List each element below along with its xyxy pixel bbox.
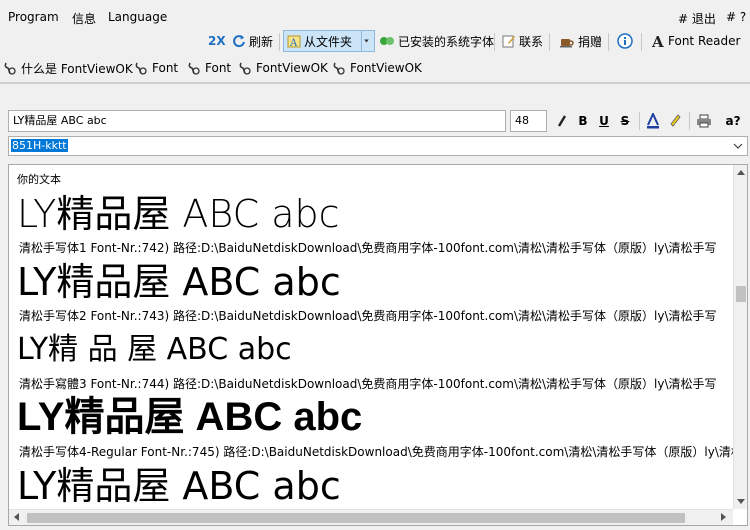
scroll-up-icon[interactable] (737, 170, 745, 175)
donate-button[interactable]: 捐赠 (556, 30, 605, 52)
zoom-label: 2X (208, 34, 226, 48)
divider (0, 82, 750, 84)
toolbar-separator (639, 112, 640, 130)
italic-button[interactable] (553, 110, 571, 132)
panel-label: 你的文本 (17, 173, 61, 186)
from-folder-dropdown[interactable] (361, 30, 375, 52)
text-color-button[interactable] (644, 110, 662, 132)
menu-bar: Program 信息 Language # 退出 # ? (0, 8, 750, 28)
svg-text:A: A (651, 33, 664, 49)
font-sample-text: LY精品屋 ABC abc (17, 192, 340, 236)
from-folder-label: 从文件夹 (304, 34, 353, 49)
contact-label: 联系 (519, 34, 544, 49)
font-sample-caption: 清松手写体1 Font-Nr.:742) 路径:D:\BaiduNetdiskD… (19, 241, 717, 255)
font-help-button[interactable]: a? (722, 110, 744, 132)
svg-text:A: A (289, 38, 298, 48)
from-folder-button[interactable]: A 从文件夹 (283, 30, 363, 52)
favorite-link[interactable]: 什么是 FontViewOK (3, 58, 133, 78)
contact-button[interactable]: 联系 (499, 30, 546, 52)
refresh-button[interactable]: 刷新 (229, 30, 276, 52)
bold-button[interactable]: B (574, 110, 592, 132)
toolbar: 2X 刷新 A 从文件夹 已安装的系统字体 联系 捐赠 A Font Reade… (0, 30, 750, 54)
coffee-icon (560, 39, 574, 48)
font-sample-text: LY精品屋 ABC abc (17, 260, 341, 304)
link-icon (188, 62, 200, 75)
font-reader-label: Font Reader (668, 34, 741, 48)
favorite-link[interactable]: FontViewOK (332, 58, 422, 78)
underline-label: U (599, 114, 609, 128)
vertical-scroll-thumb[interactable] (736, 286, 746, 302)
bold-label: B (578, 114, 588, 128)
edit-icon (502, 35, 515, 48)
text-color-icon (647, 113, 659, 129)
menu-help[interactable]: # ? (726, 10, 746, 24)
favorite-link-label: Font (152, 61, 179, 75)
favorite-link-label: Font (205, 61, 232, 75)
menu-program[interactable]: Program (8, 10, 59, 24)
strikethrough-button[interactable]: S (616, 110, 634, 132)
favorite-link[interactable]: Font (187, 58, 231, 78)
refresh-icon (233, 35, 245, 48)
font-sample-caption: 清松手写体2 Font-Nr.:743) 路径:D:\BaiduNetdiskD… (19, 309, 717, 323)
vertical-scrollbar[interactable] (733, 165, 747, 509)
font-size-input[interactable]: 48 (510, 110, 547, 132)
refresh-label: 刷新 (249, 34, 274, 49)
font-sample-text: LY精品屋 ABC abc (17, 464, 341, 508)
donate-label: 捐赠 (578, 34, 603, 49)
installed-fonts-button[interactable]: 已安装的系统字体 (376, 30, 497, 52)
strikethrough-label: S (620, 114, 630, 128)
toolbar-separator (279, 33, 280, 51)
horizontal-scroll-thumb[interactable] (27, 513, 685, 523)
info-button[interactable] (614, 30, 639, 52)
scroll-down-icon[interactable] (737, 499, 745, 504)
link-icon (333, 62, 345, 75)
font-select-value: 851H-kktt (11, 139, 68, 152)
font-sample-text: LY精 品 屋 ABC abc (17, 332, 292, 367)
horizontal-scrollbar[interactable] (9, 509, 733, 525)
info-icon (617, 33, 633, 49)
print-button[interactable] (694, 110, 714, 132)
zoom-button[interactable]: 2X (205, 30, 229, 52)
favorite-link-label: FontViewOK (350, 61, 422, 75)
scroll-right-icon[interactable] (721, 513, 726, 521)
installed-fonts-label: 已安装的系统字体 (398, 34, 495, 49)
font-a-icon: A (651, 33, 664, 49)
font-reader-button[interactable]: A Font Reader (648, 30, 743, 52)
scroll-left-icon[interactable] (14, 513, 19, 521)
installed-fonts-icon (380, 37, 394, 45)
font-sample-caption: 清松手寫體3 Font-Nr.:744) 路径:D:\BaiduNetdiskD… (19, 377, 717, 391)
highlighter-icon (670, 114, 681, 127)
menu-language[interactable]: Language (108, 10, 167, 24)
font-sample-caption: 清松手写体4-Regular Font-Nr.:745) 路径:D:\Baidu… (19, 445, 748, 459)
printer-icon (697, 114, 711, 128)
chevron-down-icon (364, 39, 369, 43)
favorites-bar: 什么是 FontViewOK Font Font FontViewOK Font… (0, 58, 750, 78)
link-icon (135, 62, 147, 75)
sample-text-input[interactable]: LY精品屋 ABC abc (8, 110, 506, 132)
font-select[interactable]: 851H-kktt (8, 136, 748, 156)
menu-exit[interactable]: # 退出 (678, 10, 716, 27)
font-preview-panel: 你的文本 LY精品屋 ABC abc 清松手写体1 Font-Nr.:742) … (8, 164, 748, 526)
link-icon (239, 62, 251, 75)
favorite-link-label: 什么是 FontViewOK (21, 61, 133, 76)
italic-icon (557, 115, 567, 127)
favorite-link[interactable]: Font (134, 58, 178, 78)
toolbar-separator (608, 33, 609, 51)
favorite-link[interactable]: FontViewOK (238, 58, 328, 78)
menu-info[interactable]: 信息 (72, 10, 96, 27)
toolbar-separator (549, 33, 550, 51)
font-sample-text: LY精品屋 ABC abc (17, 395, 363, 439)
underline-button[interactable]: U (595, 110, 613, 132)
link-icon (4, 62, 16, 75)
favorite-link-label: FontViewOK (256, 61, 328, 75)
toolbar-separator (494, 33, 495, 51)
highlight-button[interactable] (666, 110, 684, 132)
chevron-down-icon (733, 143, 743, 149)
toolbar-separator (689, 112, 690, 130)
font-folder-icon: A (287, 35, 301, 48)
font-help-label: a? (725, 114, 741, 128)
toolbar-separator (641, 33, 642, 51)
